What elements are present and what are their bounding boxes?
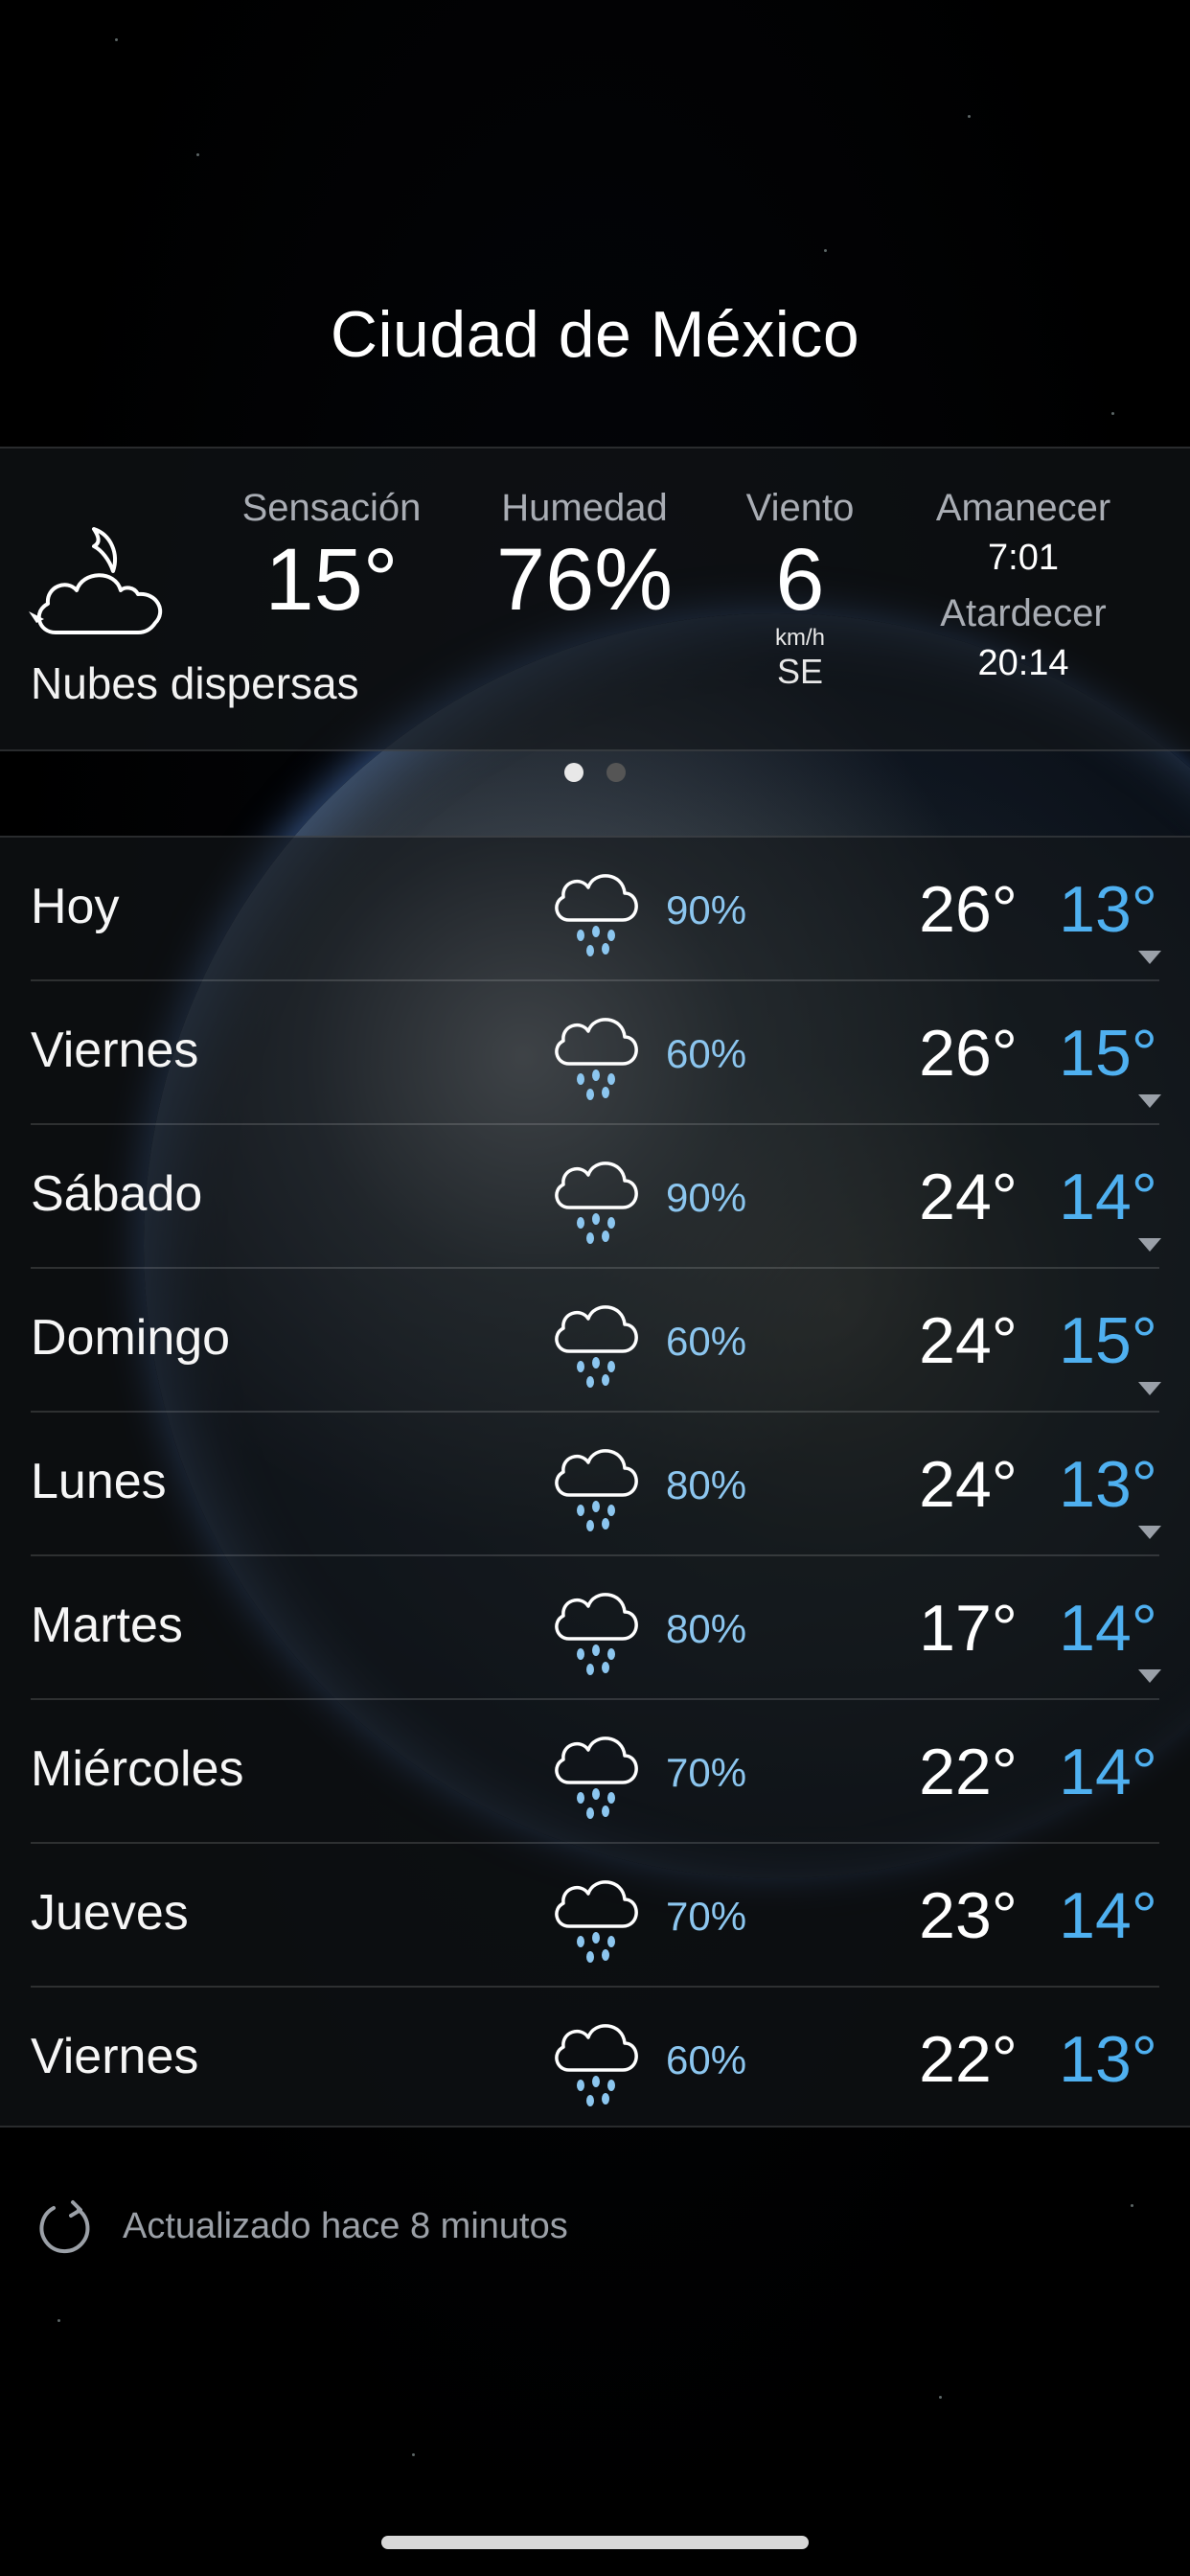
forecast-day: Lunes bbox=[31, 1454, 167, 1509]
forecast-row[interactable]: Lunes 80% 24° 13° bbox=[0, 1413, 1190, 1556]
daily-forecast-list: Hoy 90% 26° 13° Viernes 60% 26° 15° Sábado 90% 24°… bbox=[0, 836, 1190, 2128]
rain-cloud-icon bbox=[555, 1880, 638, 1963]
current-condition: Nubes dispersas bbox=[31, 658, 359, 708]
home-indicator[interactable] bbox=[381, 2536, 809, 2549]
moon-cloud-icon bbox=[29, 527, 163, 634]
high-temp: 24° bbox=[919, 1161, 1018, 1233]
low-temp: 13° bbox=[1059, 2023, 1157, 2096]
forecast-row[interactable]: Sábado 90% 24° 14° bbox=[0, 1125, 1190, 1269]
high-temp: 24° bbox=[919, 1304, 1018, 1377]
precip-chance: 70% bbox=[666, 1750, 747, 1795]
wind-label: Viento bbox=[745, 487, 855, 529]
high-temp: 17° bbox=[919, 1592, 1018, 1665]
forecast-row: Jueves 70% 23° 14° bbox=[0, 1844, 1190, 1988]
rain-cloud-icon bbox=[555, 1449, 638, 1531]
low-temp: 13° bbox=[1059, 1448, 1157, 1521]
expand-caret-icon[interactable] bbox=[1138, 1526, 1161, 1539]
high-temp: 22° bbox=[919, 2023, 1018, 2096]
high-temp: 22° bbox=[919, 1736, 1018, 1808]
forecast-day: Viernes bbox=[31, 2029, 199, 2084]
wind-direction: SE bbox=[776, 651, 824, 691]
low-temp: 14° bbox=[1059, 1736, 1157, 1808]
humidity-value: 76% bbox=[495, 531, 674, 629]
forecast-day: Jueves bbox=[31, 1885, 189, 1941]
forecast-row[interactable]: Martes 80% 17° 14° bbox=[0, 1556, 1190, 1700]
expand-caret-icon[interactable] bbox=[1138, 951, 1161, 964]
sun-times: Amanecer 7:01 Atardecer 20:14 bbox=[899, 487, 1148, 698]
forecast-day: Miércoles bbox=[31, 1741, 244, 1797]
wind-stat: Viento 6 km/h SE bbox=[728, 487, 872, 692]
expand-caret-icon[interactable] bbox=[1138, 1382, 1161, 1395]
low-temp: 15° bbox=[1059, 1304, 1157, 1377]
sunset-label: Atardecer bbox=[940, 592, 1107, 634]
humidity-label: Humedad bbox=[501, 487, 668, 529]
wind-unit: km/h bbox=[774, 624, 825, 651]
city-title: Ciudad de México bbox=[330, 298, 860, 371]
precip-chance: 60% bbox=[666, 1319, 747, 1364]
rain-cloud-icon bbox=[555, 2024, 638, 2106]
expand-caret-icon[interactable] bbox=[1138, 1094, 1161, 1108]
high-temp: 26° bbox=[919, 873, 1018, 946]
high-temp: 24° bbox=[919, 1448, 1018, 1521]
current-conditions-panel[interactable]: Nubes dispersas Sensación 15° Humedad 76… bbox=[0, 447, 1190, 751]
forecast-day: Domingo bbox=[31, 1310, 231, 1366]
forecast-row: Viernes 60% 22° 13° bbox=[0, 1988, 1190, 2131]
forecast-day: Viernes bbox=[31, 1023, 199, 1078]
page-indicator[interactable] bbox=[0, 763, 1190, 787]
low-temp: 14° bbox=[1059, 1161, 1157, 1233]
feels-like-value: 15° bbox=[264, 531, 399, 629]
page-dot-2[interactable] bbox=[606, 763, 626, 782]
forecast-day: Martes bbox=[31, 1598, 183, 1653]
forecast-row[interactable]: Domingo 60% 24° 15° bbox=[0, 1269, 1190, 1413]
last-updated-text: Actualizado hace 8 minutos bbox=[123, 2206, 568, 2246]
rain-cloud-icon bbox=[555, 874, 638, 956]
expand-caret-icon[interactable] bbox=[1138, 1669, 1161, 1683]
high-temp: 23° bbox=[919, 1879, 1018, 1952]
sunset-time: 20:14 bbox=[977, 643, 1069, 683]
sunrise-label: Amanecer bbox=[935, 487, 1111, 529]
precip-chance: 90% bbox=[666, 1175, 747, 1220]
rain-cloud-icon bbox=[555, 1305, 638, 1388]
forecast-row[interactable]: Viernes 60% 26° 15° bbox=[0, 981, 1190, 1125]
rain-cloud-icon bbox=[555, 1162, 638, 1244]
precip-chance: 90% bbox=[666, 887, 747, 932]
refresh-icon[interactable] bbox=[34, 2196, 96, 2258]
humidity-stat: Humedad 76% bbox=[479, 487, 690, 627]
forecast-row[interactable]: Hoy 90% 26° 13° bbox=[0, 838, 1190, 981]
precip-chance: 70% bbox=[666, 1894, 747, 1939]
feels-like-label: Sensación bbox=[241, 487, 422, 529]
forecast-row: Miércoles 70% 22° 14° bbox=[0, 1700, 1190, 1844]
precip-chance: 60% bbox=[666, 1031, 747, 1076]
rain-cloud-icon bbox=[555, 1593, 638, 1675]
precip-chance: 60% bbox=[666, 2037, 747, 2082]
low-temp: 13° bbox=[1059, 873, 1157, 946]
high-temp: 26° bbox=[919, 1017, 1018, 1090]
low-temp: 14° bbox=[1059, 1879, 1157, 1952]
rain-cloud-icon bbox=[555, 1736, 638, 1819]
wind-value: 6 bbox=[775, 531, 825, 629]
rain-cloud-icon bbox=[555, 1018, 638, 1100]
page-dot-1[interactable] bbox=[564, 763, 584, 782]
forecast-day: Hoy bbox=[31, 879, 120, 934]
last-updated[interactable]: Actualizado hace 8 minutos bbox=[34, 2193, 705, 2269]
sunrise-time: 7:01 bbox=[988, 538, 1059, 578]
low-temp: 15° bbox=[1059, 1017, 1157, 1090]
low-temp: 14° bbox=[1059, 1592, 1157, 1665]
precip-chance: 80% bbox=[666, 1462, 747, 1507]
feels-like-stat: Sensación 15° bbox=[226, 487, 437, 627]
expand-caret-icon[interactable] bbox=[1138, 1238, 1161, 1252]
forecast-day: Sábado bbox=[31, 1166, 203, 1222]
precip-chance: 80% bbox=[666, 1606, 747, 1651]
